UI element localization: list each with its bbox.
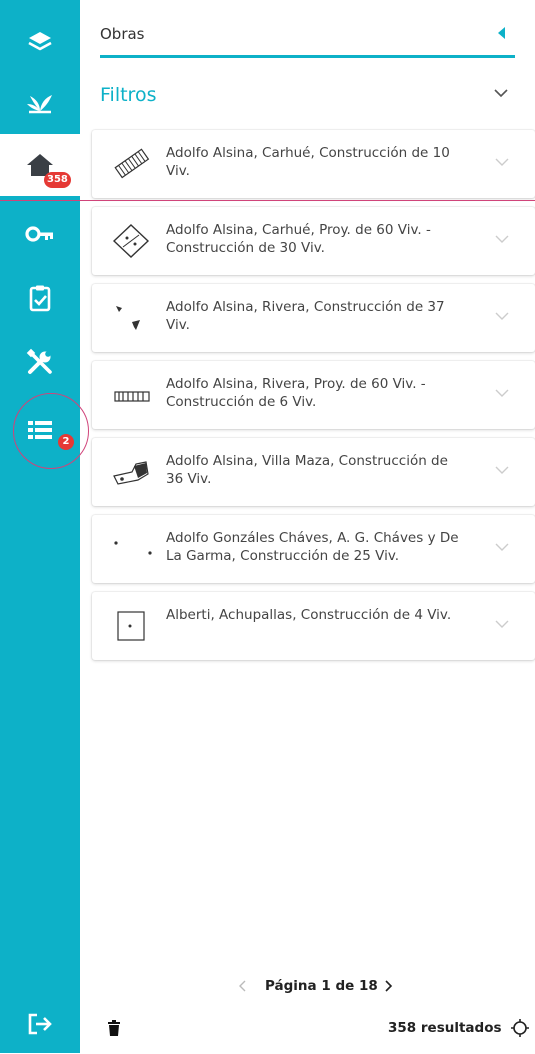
list-item[interactable]: Adolfo Alsina, Carhué, Construcción de 1… bbox=[92, 130, 535, 198]
chevron-down-icon[interactable] bbox=[495, 543, 509, 551]
tools-icon bbox=[26, 348, 52, 374]
logout-icon bbox=[28, 1013, 52, 1035]
obra-title: Alberti, Achupallas, Construcción de 4 V… bbox=[166, 607, 452, 623]
chevron-left-icon[interactable] bbox=[238, 980, 246, 992]
obra-title: Adolfo Alsina, Rivera, Proy. de 60 Viv. … bbox=[166, 376, 426, 410]
parcel-thumbnail bbox=[117, 611, 145, 641]
plant-icon bbox=[27, 95, 52, 114]
parcel-thumbnail bbox=[116, 306, 140, 330]
list-item[interactable]: Adolfo Alsina, Villa Maza, Construcción … bbox=[92, 438, 535, 506]
list-icon bbox=[28, 421, 52, 439]
chevron-down-icon[interactable] bbox=[495, 312, 509, 320]
list-item[interactable]: Adolfo Alsina, Rivera, Construcción de 3… bbox=[92, 284, 535, 352]
panel-title: Obras bbox=[100, 25, 145, 43]
obra-title: Adolfo Alsina, Carhué, Construcción de 1… bbox=[166, 145, 450, 179]
list-item[interactable]: Adolfo Alsina, Rivera, Proy. de 60 Viv. … bbox=[92, 361, 535, 429]
sidebar-item-layers[interactable] bbox=[0, 12, 80, 72]
obra-title: Adolfo Gonzáles Cháves, A. G. Cháves y D… bbox=[166, 530, 459, 564]
parcel-thumbnail bbox=[113, 461, 149, 485]
list-item[interactable]: Adolfo Gonzáles Cháves, A. G. Cháves y D… bbox=[92, 515, 535, 583]
locate-icon[interactable] bbox=[510, 1018, 530, 1038]
sidebar-item-key[interactable] bbox=[0, 204, 80, 264]
home-badge: 358 bbox=[44, 172, 71, 188]
list-item[interactable]: Adolfo Alsina, Carhué, Proy. de 60 Viv. … bbox=[92, 207, 535, 275]
clipboard-check-icon bbox=[29, 285, 51, 312]
sidebar-item-logout[interactable] bbox=[0, 994, 80, 1054]
parcel-thumbnail bbox=[114, 148, 150, 179]
sidebar: 358 2 bbox=[0, 0, 80, 1053]
chevron-down-icon[interactable] bbox=[495, 158, 509, 166]
list-badge: 2 bbox=[58, 434, 74, 450]
obra-title: Adolfo Alsina, Villa Maza, Construcción … bbox=[166, 453, 448, 487]
chevron-down-icon bbox=[494, 89, 508, 98]
sidebar-item-list[interactable]: 2 bbox=[0, 400, 80, 460]
obra-title: Adolfo Alsina, Rivera, Construcción de 3… bbox=[166, 299, 445, 333]
parcel-thumbnail bbox=[114, 391, 150, 402]
trash-icon[interactable] bbox=[108, 1020, 120, 1036]
filters-label: Filtros bbox=[100, 84, 157, 106]
main-panel: Obras Filtros Adolfo Alsina, Carhué, Con… bbox=[80, 0, 535, 1053]
chevron-down-icon[interactable] bbox=[495, 620, 509, 628]
chevron-down-icon[interactable] bbox=[495, 389, 509, 397]
results-count: 358 resultados bbox=[388, 1020, 502, 1036]
chevron-right-icon[interactable] bbox=[385, 980, 393, 992]
sidebar-item-home[interactable]: 358 bbox=[0, 134, 80, 196]
chevron-down-icon[interactable] bbox=[495, 466, 509, 474]
sidebar-item-tools[interactable] bbox=[0, 332, 80, 392]
key-icon bbox=[25, 226, 53, 242]
parcel-thumbnail bbox=[114, 541, 152, 555]
sidebar-item-clipboard[interactable] bbox=[0, 268, 80, 328]
list-item[interactable]: Alberti, Achupallas, Construcción de 4 V… bbox=[92, 592, 535, 660]
collapse-icon[interactable] bbox=[498, 27, 505, 39]
sidebar-item-plant[interactable] bbox=[0, 72, 80, 132]
divider-line bbox=[0, 200, 535, 201]
obra-title: Adolfo Alsina, Carhué, Proy. de 60 Viv. … bbox=[166, 222, 431, 256]
filters-toggle[interactable]: Filtros bbox=[100, 80, 515, 112]
footer: 358 resultados bbox=[80, 1016, 535, 1046]
pagination-label: Página 1 de 18 bbox=[265, 978, 378, 994]
parcel-thumbnail bbox=[112, 224, 150, 258]
layers-icon bbox=[28, 32, 52, 51]
pagination: Página 1 de 18 bbox=[238, 978, 418, 998]
chevron-down-icon[interactable] bbox=[495, 235, 509, 243]
panel-header: Obras bbox=[100, 10, 515, 58]
